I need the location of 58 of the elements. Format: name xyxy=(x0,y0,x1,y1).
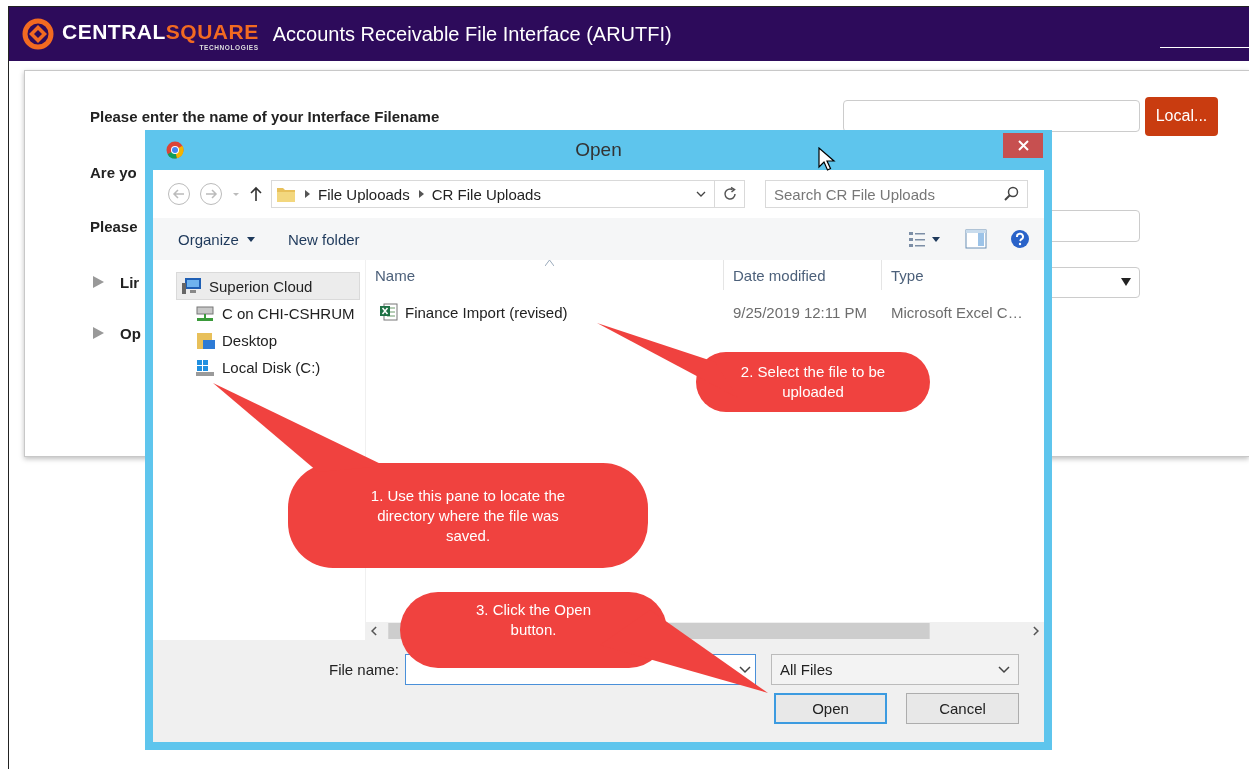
form-label: Op xyxy=(120,324,141,342)
type-cell-text: Microsoft Excel C… xyxy=(890,303,1024,321)
close-icon xyxy=(1017,140,1029,151)
up-arrow-icon[interactable] xyxy=(249,186,263,202)
chevron-down-icon[interactable] xyxy=(739,665,751,674)
file-name-cell[interactable]: Finance Import (revised) xyxy=(366,302,724,322)
local-button[interactable]: Local... xyxy=(1145,96,1218,136)
refresh-button[interactable] xyxy=(715,180,745,208)
column-header[interactable]: Date modified xyxy=(724,260,882,290)
expand-triangle-icon[interactable] xyxy=(90,274,106,290)
search-field[interactable]: Search CR File Uploads xyxy=(765,180,1028,208)
column-header[interactable]: Name xyxy=(366,260,724,290)
file-name-label: File name: xyxy=(328,661,399,678)
caret-icon xyxy=(245,234,256,244)
organize-menu[interactable]: Organize xyxy=(178,230,256,248)
form-label: Are yo xyxy=(90,163,137,181)
address-bar[interactable]: File Uplooads CR File Uploads xyxy=(271,180,715,208)
page-title: Accounts Receivable File Interface (ARUTFI) xyxy=(272,22,672,46)
help-icon[interactable] xyxy=(1009,229,1031,249)
form-label: Please xyxy=(90,217,138,235)
callout-text: 1. Use this pane to locate the directory where the file was saved. xyxy=(369,485,567,546)
path-segment[interactable]: File Uplooads xyxy=(318,185,410,203)
close-button[interactable] xyxy=(1003,133,1043,158)
logo-icon xyxy=(22,18,54,50)
view-options-icon[interactable] xyxy=(907,229,943,249)
search-icon xyxy=(1003,186,1019,202)
nav-item[interactable]: Desktop xyxy=(191,327,360,354)
drive-icon xyxy=(194,358,216,377)
open-button[interactable]: Open xyxy=(774,693,887,724)
path-segment[interactable]: CR File Uploads xyxy=(431,185,541,203)
date-cell-text: 9/25/2019 12:11 PM xyxy=(732,303,868,321)
refresh-icon xyxy=(721,186,738,202)
new-folder-button[interactable]: New folder xyxy=(287,230,360,248)
file-type-dropdown[interactable]: All Files xyxy=(771,654,1019,685)
callout-text: 2. Select the file to be uploaded xyxy=(739,362,887,402)
cancel-button[interactable]: Cancel xyxy=(906,693,1019,724)
form-label: Please enter the name of your Interface Filename xyxy=(90,107,440,125)
network-drive-icon xyxy=(194,304,216,323)
app-icon xyxy=(166,141,184,159)
spreadsheet-icon xyxy=(379,302,399,322)
nav-item[interactable]: C on CHI-CSHRUM xyxy=(191,300,360,327)
chevron-icon xyxy=(304,190,310,198)
dialog-title: Open xyxy=(575,139,622,161)
nav-item[interactable]: Superion Cloud xyxy=(176,272,360,300)
chevron-down-icon xyxy=(998,665,1010,674)
expand-triangle-icon[interactable] xyxy=(90,325,106,341)
form-label: Lir xyxy=(120,273,140,291)
folder-icon xyxy=(194,331,216,350)
chevron-icon xyxy=(417,190,424,198)
nav-item[interactable]: Local Disk (C:) xyxy=(191,354,360,381)
folder-icon xyxy=(276,185,296,203)
callout-text: 3. Click the Open button. xyxy=(474,600,593,640)
chevron-down-icon[interactable] xyxy=(696,189,706,199)
logo-wordmark: CENTRALSQUARE xyxy=(62,20,259,43)
text-input-field[interactable] xyxy=(843,100,1140,132)
caret-icon xyxy=(1121,278,1131,286)
computer-icon xyxy=(181,277,203,295)
column-header[interactable]: Type xyxy=(882,260,1044,290)
